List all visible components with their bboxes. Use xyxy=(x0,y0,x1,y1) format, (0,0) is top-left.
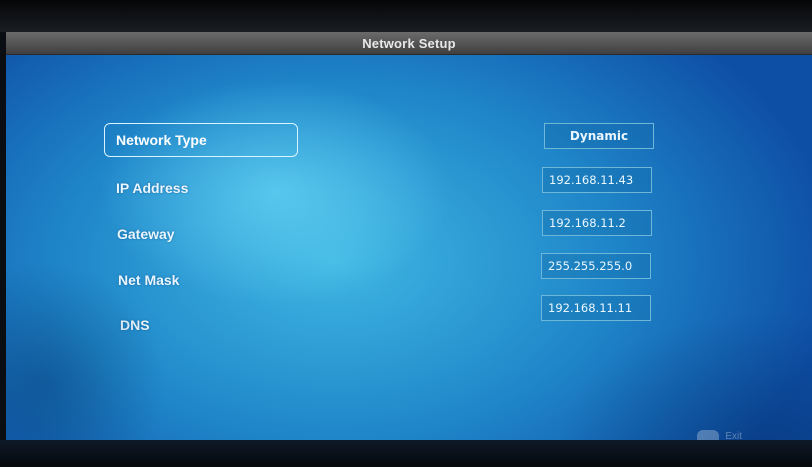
net-mask-field[interactable]: 255.255.255.0 xyxy=(541,253,651,279)
gateway-label: Gateway xyxy=(117,226,175,242)
window-title: Network Setup xyxy=(6,32,812,55)
net-mask-label: Net Mask xyxy=(118,272,180,288)
network-setup-screen: Network Setup Network Type Dynamic IP Ad… xyxy=(6,32,812,440)
dns-field[interactable]: 192.168.11.11 xyxy=(541,295,651,321)
monitor-bezel-bottom xyxy=(0,440,812,467)
remote-key-icon xyxy=(697,430,720,440)
ip-address-field[interactable]: 192.168.11.43 xyxy=(542,167,652,193)
network-type-label-text: Network Type xyxy=(116,132,207,148)
exit-hint-label: Exit xyxy=(725,430,742,441)
ip-address-label: IP Address xyxy=(116,180,189,196)
dns-label: DNS xyxy=(120,317,150,333)
monitor-bezel-top xyxy=(0,0,812,32)
exit-hint[interactable]: Exit xyxy=(697,430,742,440)
network-type-value[interactable]: Dynamic xyxy=(544,123,654,149)
gateway-field[interactable]: 192.168.11.2 xyxy=(542,210,652,236)
network-type-label[interactable]: Network Type xyxy=(104,123,298,157)
